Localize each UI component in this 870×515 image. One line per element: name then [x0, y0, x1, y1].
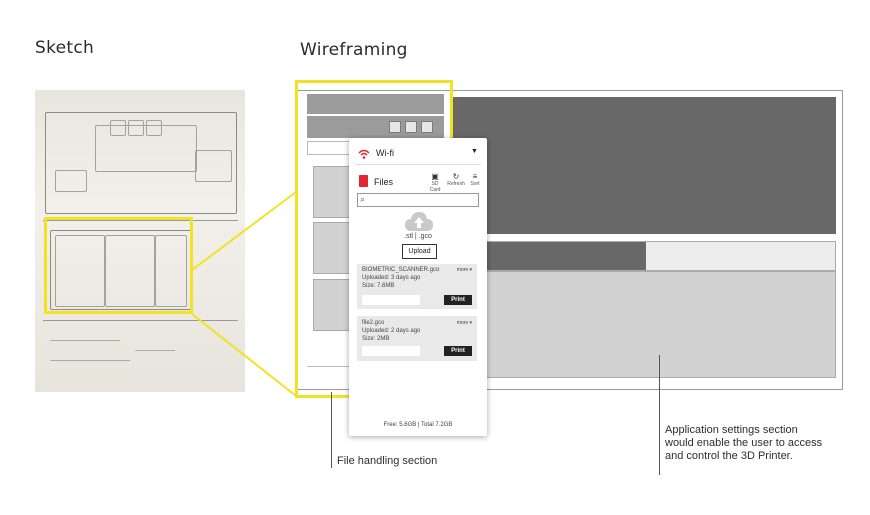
file-handling-caption: File handling section	[337, 455, 438, 467]
file-size: Size: 7.6MB	[362, 283, 395, 289]
sd-card-button[interactable]: ▣ SD Card	[426, 172, 444, 193]
more-dropdown[interactable]: more ▾	[457, 267, 472, 273]
sort-icon: ≡	[472, 172, 478, 181]
file-uploaded: Uploaded: 2 days ago	[362, 328, 421, 334]
refresh-icon: ↻	[452, 172, 460, 181]
settings-caption: Application settings section would enabl…	[665, 424, 823, 462]
file-input[interactable]	[362, 295, 420, 305]
wifi-dropdown-icon[interactable]: ▼	[471, 148, 478, 155]
file-input[interactable]	[362, 346, 420, 356]
search-input[interactable]: ⌕	[357, 193, 479, 207]
sort-label: Sort	[470, 181, 480, 187]
wifi-icon	[358, 147, 370, 159]
search-icon: ⌕	[360, 194, 366, 204]
refresh-label: Refresh	[447, 181, 465, 187]
file-name: BIOMETRIC_SCANNER.gco	[362, 267, 440, 273]
settings-top-block	[453, 97, 836, 234]
settings-content-area	[453, 271, 836, 378]
files-label: Files	[374, 177, 394, 187]
file-handling-pointer	[331, 392, 332, 468]
file-card-2: file2.gco more ▾ Uploaded: 2 days ago Si…	[357, 316, 477, 361]
cloud-upload-icon	[404, 210, 434, 232]
file-card-1: BIOMETRIC_SCANNER.gco more ▾ Uploaded: 3…	[357, 264, 477, 309]
print-button[interactable]: Print	[444, 346, 472, 356]
settings-tab-bar	[453, 241, 836, 271]
file-panel: Wi-fi ▼ Files ▣ SD Card ↻ Refresh ≡ Sort…	[349, 138, 487, 436]
sd-card-label: SD Card	[429, 181, 441, 193]
file-types-label: .stl | .gco	[404, 233, 432, 240]
sd-card-icon: ▣	[431, 172, 439, 181]
print-button[interactable]: Print	[444, 295, 472, 305]
storage-info: Free: 5.6GB | Total 7.2GB	[383, 422, 453, 428]
upload-button[interactable]: Upload	[402, 244, 437, 259]
file-size: Size: 2MB	[362, 336, 390, 342]
file-name: file2.gco	[362, 320, 385, 326]
files-icon	[359, 175, 368, 187]
more-dropdown[interactable]: more ▾	[457, 320, 472, 326]
wifi-label: Wi-fi	[376, 148, 394, 158]
refresh-button[interactable]: ↻ Refresh	[447, 172, 465, 187]
settings-pointer	[659, 355, 660, 475]
file-uploaded: Uploaded: 3 days ago	[362, 275, 421, 281]
sort-button[interactable]: ≡ Sort	[467, 172, 483, 187]
